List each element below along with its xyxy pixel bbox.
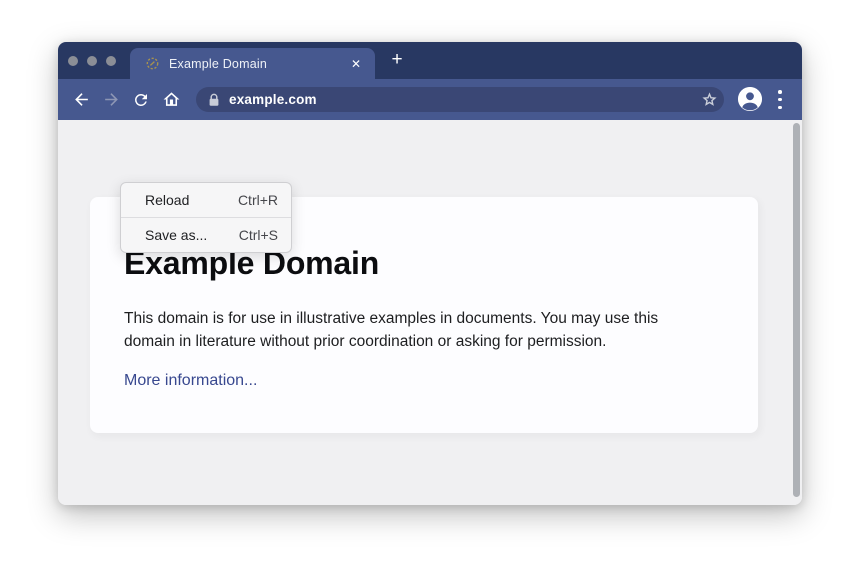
browser-window: Example Domain ✕ +	[58, 42, 802, 505]
menu-item-label: Save as...	[145, 227, 207, 243]
address-url-text[interactable]: example.com	[229, 92, 317, 107]
context-menu-item-save-as[interactable]: Save as... Ctrl+S	[121, 218, 291, 252]
browser-menu-button[interactable]	[777, 90, 783, 109]
menu-item-shortcut: Ctrl+S	[239, 227, 278, 243]
vertical-dots-icon	[778, 90, 782, 94]
window-minimize-button[interactable]	[87, 56, 97, 66]
reload-icon	[132, 91, 150, 109]
window-close-button[interactable]	[68, 56, 78, 66]
arrow-left-icon	[72, 90, 91, 109]
profile-avatar-button[interactable]	[738, 87, 762, 111]
person-icon	[738, 87, 762, 111]
bookmark-star-icon[interactable]	[701, 91, 718, 108]
home-icon	[162, 90, 181, 109]
tab-close-icon[interactable]: ✕	[348, 48, 364, 79]
screenshot-stage: Example Domain ✕ +	[0, 0, 860, 580]
title-bar: Example Domain ✕ +	[58, 42, 802, 79]
context-menu-item-reload[interactable]: Reload Ctrl+R	[121, 183, 291, 217]
menu-item-shortcut: Ctrl+R	[238, 192, 278, 208]
menu-item-label: Reload	[145, 192, 189, 208]
reload-button[interactable]	[128, 87, 154, 113]
navigation-toolbar: example.com	[58, 79, 802, 120]
back-button[interactable]	[68, 87, 94, 113]
context-menu: Reload Ctrl+R Save as... Ctrl+S	[120, 182, 292, 253]
page-body-text: This domain is for use in illustrative e…	[124, 307, 709, 353]
new-tab-button[interactable]: +	[388, 51, 406, 69]
forward-button[interactable]	[98, 87, 124, 113]
address-bar[interactable]: example.com	[196, 87, 724, 112]
favicon-dashed-globe-icon	[146, 57, 159, 70]
page-viewport: Example Domain This domain is for use in…	[58, 120, 802, 505]
home-button[interactable]	[158, 87, 184, 113]
traffic-lights	[68, 42, 116, 79]
more-information-link[interactable]: More information...	[124, 372, 257, 389]
window-zoom-button[interactable]	[106, 56, 116, 66]
browser-tab[interactable]: Example Domain ✕	[130, 48, 375, 79]
tab-title: Example Domain	[169, 57, 375, 71]
arrow-right-icon	[102, 90, 121, 109]
vertical-scrollbar[interactable]	[793, 123, 800, 497]
padlock-icon	[208, 93, 220, 107]
vertical-dots-icon	[778, 98, 782, 102]
vertical-dots-icon	[778, 106, 782, 110]
